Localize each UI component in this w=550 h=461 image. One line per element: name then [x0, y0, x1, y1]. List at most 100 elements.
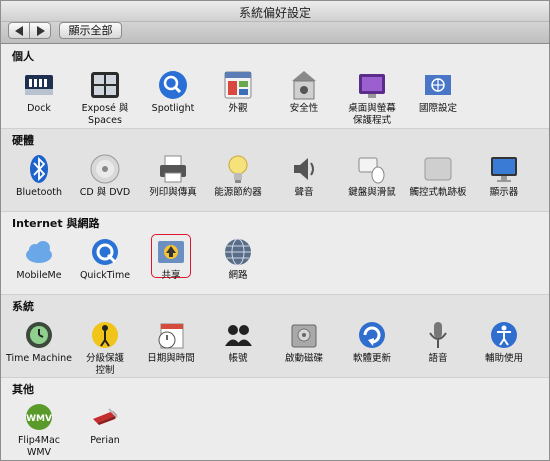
speech-icon	[422, 319, 454, 351]
software-update-icon	[356, 319, 388, 351]
pref-expose-spaces[interactable]: Exposé 與 Spaces	[70, 69, 140, 127]
pref-cd-dvd[interactable]: CD 與 DVD	[70, 153, 140, 199]
pref-label: QuickTime	[79, 270, 131, 281]
pref-date-time[interactable]: 日期與時間	[136, 319, 206, 365]
pref-label: Bluetooth	[15, 187, 63, 198]
pref-sharing[interactable]: 共享	[136, 236, 206, 282]
section-title-other: 其他	[12, 383, 34, 396]
display-icon	[488, 153, 520, 185]
pref-flip4mac[interactable]: WMV Flip4Mac WMV	[4, 401, 74, 459]
titlebar: 系統偏好設定	[1, 1, 549, 22]
pref-desktop-screensaver[interactable]: 桌面與螢幕 保護程式	[337, 69, 407, 127]
pref-perian[interactable]: Perian	[70, 401, 140, 447]
sound-icon	[288, 153, 320, 185]
forward-arrow-icon	[37, 26, 45, 36]
pref-time-machine[interactable]: Time Machine	[4, 319, 74, 365]
mobileme-icon	[23, 236, 55, 268]
pref-speech[interactable]: 語音	[403, 319, 473, 365]
bluetooth-icon	[23, 153, 55, 185]
pref-label: 啟動磁碟	[284, 353, 323, 364]
show-all-button[interactable]: 顯示全部	[59, 22, 122, 39]
cd-icon	[89, 153, 121, 185]
section-other: 其他 WMV Flip4Mac WMV Perian	[1, 378, 549, 460]
pref-label: 國際設定	[418, 103, 457, 114]
pref-mobileme[interactable]: MobileMe	[4, 236, 74, 282]
perian-icon	[89, 401, 121, 433]
pref-keyboard-mouse[interactable]: 鍵盤與滑鼠	[337, 153, 407, 199]
pref-quicktime[interactable]: QuickTime	[70, 236, 140, 282]
keyboard-icon	[356, 153, 388, 185]
pref-label: 輔助使用	[484, 353, 523, 364]
pref-energy-saver[interactable]: 能源節約器	[203, 153, 273, 199]
printer-icon	[157, 153, 189, 185]
accounts-icon	[222, 319, 254, 351]
expose-icon	[89, 69, 121, 101]
pref-software-update[interactable]: 軟體更新	[337, 319, 407, 365]
flip4mac-icon: WMV	[23, 401, 55, 433]
datetime-icon	[155, 319, 187, 351]
accessibility-icon	[488, 319, 520, 351]
pref-label: Spotlight	[151, 103, 195, 114]
window-title: 系統偏好設定	[238, 6, 311, 20]
section-hardware: 硬體 Bluetooth CD 與 DVD 列印與傳真 能源節約器 聲音 鍵盤與…	[1, 129, 549, 212]
pref-network[interactable]: 網路	[203, 236, 273, 282]
pref-label: 分級保護 控制	[85, 353, 124, 376]
pref-label: 桌面與螢幕 保護程式	[348, 103, 396, 126]
pref-displays[interactable]: 顯示器	[469, 153, 539, 199]
pref-appearance[interactable]: 外觀	[203, 69, 273, 115]
pref-accounts[interactable]: 帳號	[203, 319, 273, 365]
system-preferences-window: 系統偏好設定 顯示全部 個人 Dock Exposé 與 Spaces Spot…	[0, 0, 550, 461]
pref-universal-access[interactable]: 輔助使用	[469, 319, 539, 365]
section-system: 系統 Time Machine 分級保護 控制 日期與時間 帳號 啟動磁碟 軟體…	[1, 295, 549, 378]
pref-label: CD 與 DVD	[79, 187, 131, 198]
pref-label: 日期與時間	[147, 353, 195, 364]
pref-label: 軟體更新	[352, 353, 391, 364]
quicktime-icon	[89, 236, 121, 268]
pref-dock[interactable]: Dock	[4, 69, 74, 115]
pref-label: 列印與傳真	[149, 187, 197, 198]
pref-bluetooth[interactable]: Bluetooth	[4, 153, 74, 199]
pref-security[interactable]: 安全性	[269, 69, 339, 115]
pref-print-fax[interactable]: 列印與傳真	[138, 153, 208, 199]
forward-button[interactable]	[29, 22, 51, 39]
svg-text:WMV: WMV	[26, 414, 52, 424]
pref-label: 網路	[228, 270, 248, 281]
pref-label: 語音	[428, 353, 448, 364]
pref-spotlight[interactable]: Spotlight	[138, 69, 208, 115]
appearance-icon	[222, 69, 254, 101]
pref-label: 鍵盤與滑鼠	[348, 187, 396, 198]
pref-label: 共享	[161, 270, 181, 281]
network-icon	[222, 236, 254, 268]
pref-label: Dock	[27, 103, 51, 114]
section-title-internet: Internet 與網路	[12, 217, 100, 230]
pref-trackpad[interactable]: 觸控式軌跡板	[403, 153, 473, 199]
timemachine-icon	[23, 319, 55, 351]
pref-label: 帳號	[228, 353, 248, 364]
pref-international[interactable]: 國際設定	[403, 69, 473, 115]
pref-label: 安全性	[289, 103, 319, 114]
section-title-hardware: 硬體	[12, 134, 34, 147]
security-icon	[288, 69, 320, 101]
sharing-icon	[155, 236, 187, 268]
pref-sound[interactable]: 聲音	[269, 153, 339, 199]
section-personal: 個人 Dock Exposé 與 Spaces Spotlight 外觀 安全性…	[1, 45, 549, 129]
section-title-personal: 個人	[12, 50, 34, 63]
pref-startup-disk[interactable]: 啟動磁碟	[269, 319, 339, 365]
section-internet-network: Internet 與網路 MobileMe QuickTime 共享 網路	[1, 212, 549, 295]
pref-parental-controls[interactable]: 分級保護 控制	[70, 319, 140, 377]
pref-label: MobileMe	[16, 270, 62, 281]
pref-label: 顯示器	[489, 187, 519, 198]
international-icon	[422, 69, 454, 101]
back-arrow-icon	[15, 26, 23, 36]
section-title-system: 系統	[12, 300, 34, 313]
energy-icon	[222, 153, 254, 185]
desktop-icon	[356, 69, 388, 101]
back-button[interactable]	[8, 22, 30, 39]
pref-label: 觸控式軌跡板	[409, 187, 467, 198]
pref-label: 聲音	[294, 187, 314, 198]
pref-label: Perian	[90, 435, 120, 446]
pref-label: 能源節約器	[214, 187, 262, 198]
startup-disk-icon	[288, 319, 320, 351]
pref-label: Flip4Mac WMV	[17, 435, 61, 458]
trackpad-icon	[422, 153, 454, 185]
